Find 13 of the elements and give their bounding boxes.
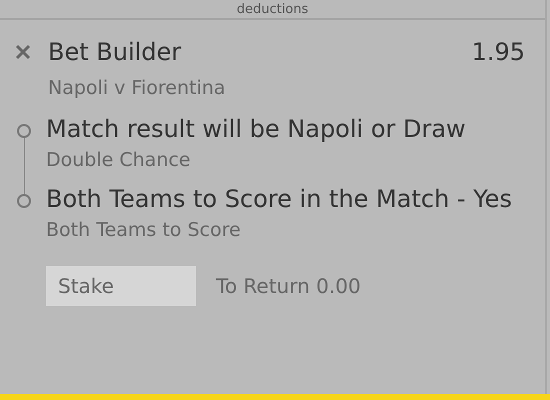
section-heading: deductions [236,2,308,18]
leg-marker-icon [17,194,31,208]
event-name: Napoli v Fiorentina [48,76,226,101]
selection-name: Both Teams to Score in the Match - Yes [46,184,512,215]
market-name: Both Teams to Score [46,218,242,243]
bet-title: Bet Builder [48,37,182,68]
selection-name: Match result will be Napoli or Draw [46,114,466,145]
to-return: To Return 0.00 [216,273,361,300]
stake-field[interactable]: Stake [46,266,196,306]
market-name: Double Chance [46,148,192,173]
leg-marker-icon [17,124,31,138]
close-icon [14,43,32,61]
odds: 1.95 [472,37,525,68]
